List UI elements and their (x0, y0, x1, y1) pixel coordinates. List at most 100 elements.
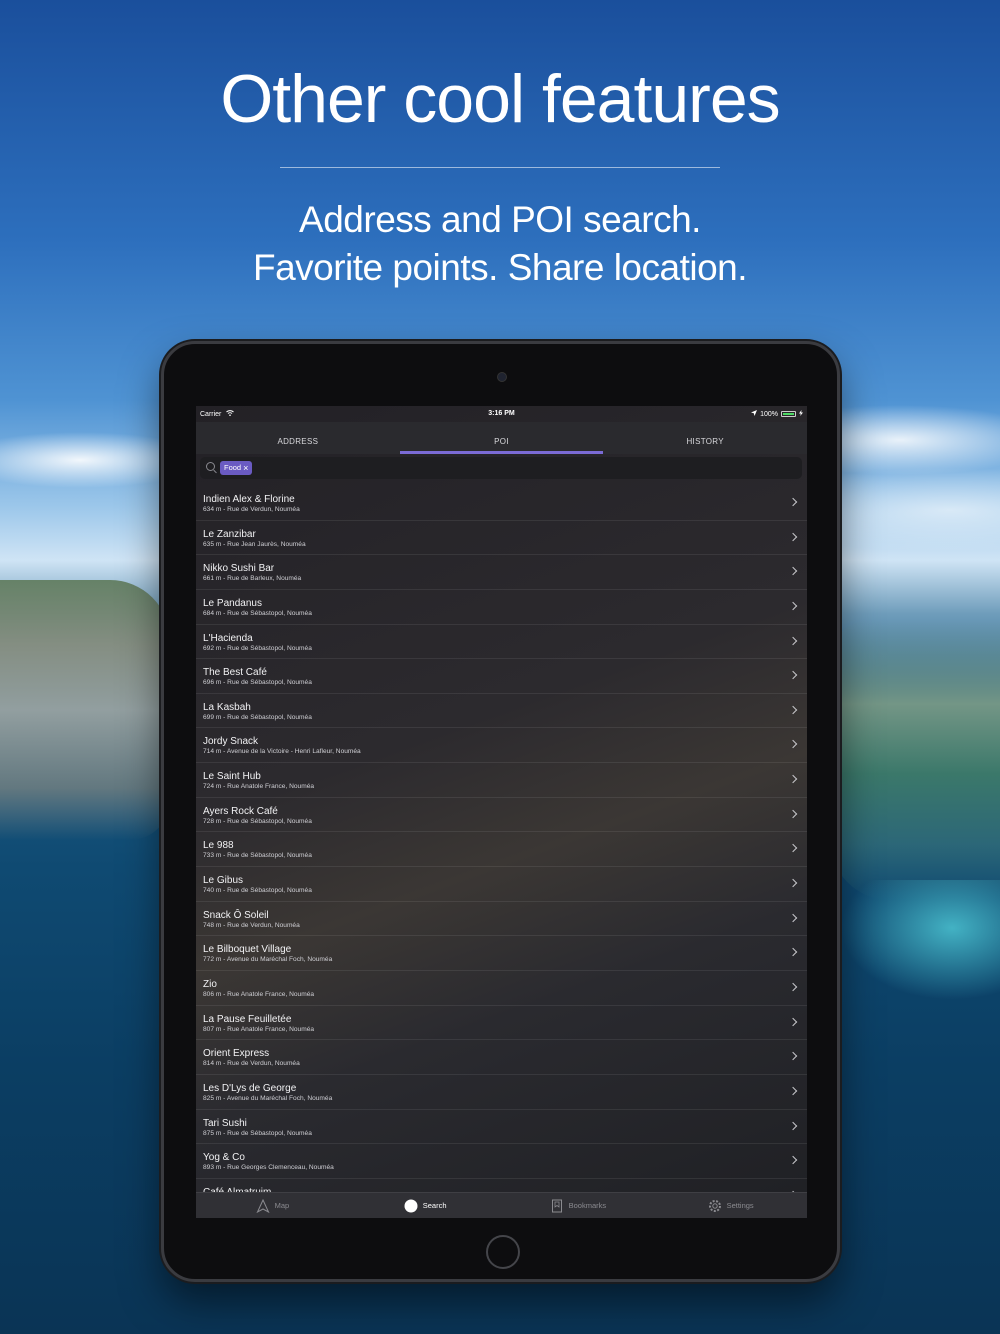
poi-name: Yog & Co (203, 1152, 245, 1164)
search-icon (206, 462, 215, 471)
poi-distance-address: 814 m - Rue de Verdun, Nouméa (203, 1060, 300, 1068)
poi-distance-address: 684 m - Rue de Sébastopol, Nouméa (203, 609, 312, 617)
results-list[interactable]: Indien Alex & Florine 634 m - Rue de Verd… (196, 486, 807, 1192)
poi-name: Snack Ô Soleil (203, 909, 269, 921)
chip-remove-icon[interactable]: × (243, 461, 248, 475)
category-chip-label: Food (224, 463, 242, 472)
tabbar-bookmarks-label: Bookmarks (568, 1201, 607, 1210)
list-item[interactable]: Le 988 733 m - Rue de Sébastopol, Nouméa (196, 832, 807, 868)
list-item[interactable]: Café Almatruim (196, 1179, 807, 1192)
poi-name: The Best Café (203, 667, 267, 679)
list-item[interactable]: L'Hacienda 692 m - Rue de Sébastopol, Nou… (196, 625, 807, 660)
battery-percent: 100% (760, 410, 778, 418)
map-arrow-icon (255, 1198, 270, 1213)
list-item[interactable]: Nikko Sushi Bar 661 m - Rue de Barleux, N… (196, 555, 807, 590)
app-screen: Carrier 3:16 PM 100% ADDRESS POI HISTORY (196, 406, 807, 1218)
poi-name: Le Saint Hub (203, 771, 261, 783)
search-circle-icon (404, 1199, 418, 1213)
bookmark-icon (550, 1199, 564, 1213)
poi-distance-address: 748 m - Rue de Verdun, Nouméa (203, 921, 300, 929)
poi-distance-address: 728 m - Rue de Sébastopol, Nouméa (203, 817, 312, 825)
list-item[interactable]: Le Zanzibar 635 m - Rue Jean Jaurès, Noum… (196, 521, 807, 556)
hero-divider (280, 167, 720, 168)
list-item[interactable]: Le Gibus 740 m - Rue de Sébastopol, Noumé… (196, 867, 807, 902)
list-item[interactable]: Le Pandanus 684 m - Rue de Sébastopol, No… (196, 590, 807, 625)
list-item[interactable]: The Best Café 696 m - Rue de Sébastopol, … (196, 659, 807, 694)
poi-distance-address: 875 m - Rue de Sébastopol, Nouméa (203, 1129, 312, 1137)
list-item[interactable]: Zio 806 m - Rue Anatole France, Nouméa (196, 971, 807, 1006)
tablet-frame: Carrier 3:16 PM 100% ADDRESS POI HISTORY (161, 341, 840, 1282)
poi-name: La Pause Feuilletée (203, 1013, 292, 1025)
poi-distance-address: 825 m - Avenue du Maréchal Foch, Nouméa (203, 1094, 333, 1102)
poi-distance-address: 692 m - Rue de Sébastopol, Nouméa (203, 644, 312, 652)
search-input[interactable]: Food × (200, 457, 802, 479)
tabbar-map-label: Map (274, 1201, 290, 1210)
poi-distance-address: 807 m - Rue Anatole France, Nouméa (203, 1025, 315, 1033)
list-item[interactable]: Indien Alex & Florine 634 m - Rue de Verd… (196, 486, 807, 521)
tabbar-settings-label: Settings (726, 1201, 754, 1210)
camera-icon (497, 372, 507, 382)
list-item[interactable]: Le Bilboquet Village 772 m - Avenue du Ma… (196, 936, 807, 971)
list-item[interactable]: Tari Sushi 875 m - Rue de Sébastopol, Nou… (196, 1110, 807, 1145)
charging-icon (799, 410, 803, 418)
poi-name: Nikko Sushi Bar (203, 563, 275, 575)
poi-name: Le Bilboquet Village (203, 944, 292, 956)
tab-poi[interactable]: POI (399, 422, 604, 454)
status-bar: Carrier 3:16 PM 100% (196, 406, 807, 422)
poi-name: La Kasbah (203, 701, 251, 713)
status-time: 3:16 PM (488, 410, 515, 417)
tabbar-search[interactable]: Search (349, 1193, 502, 1218)
list-item[interactable]: Le Saint Hub 724 m - Rue Anatole France, … (196, 763, 807, 798)
active-tab-indicator (399, 451, 604, 454)
battery-icon (781, 411, 796, 417)
list-item[interactable]: Orient Express 814 m - Rue de Verdun, Nou… (196, 1040, 807, 1075)
poi-distance-address: 740 m - Rue de Sébastopol, Nouméa (203, 887, 312, 895)
list-item[interactable]: Ayers Rock Café 728 m - Rue de Sébastopol… (196, 798, 807, 833)
list-item[interactable]: Snack Ô Soleil 748 m - Rue de Verdun, Nou… (196, 902, 807, 937)
tab-history-label: HISTORY (686, 437, 724, 446)
poi-name: Jordy Snack (203, 736, 259, 748)
segment-tabs: ADDRESS POI HISTORY (196, 422, 807, 454)
poi-distance-address: 806 m - Rue Anatole France, Nouméa (203, 990, 315, 998)
list-item[interactable]: La Pause Feuilletée 807 m - Rue Anatole F… (196, 1006, 807, 1041)
poi-name: L'Hacienda (203, 632, 253, 644)
poi-distance-address: 661 m - Rue de Barleux, Nouméa (203, 575, 302, 583)
bottom-tab-bar: Map Search Bookmarks Settings (196, 1192, 807, 1218)
poi-distance-address: 696 m - Rue de Sébastopol, Nouméa (203, 679, 312, 687)
tab-address[interactable]: ADDRESS (196, 422, 400, 454)
poi-name: Le Gibus (203, 875, 244, 887)
lagoon-scenery (840, 880, 1000, 1000)
poi-distance-address: 634 m - Rue de Verdun, Nouméa (203, 506, 300, 513)
poi-name: Le 988 (203, 840, 234, 852)
poi-name: Tari Sushi (203, 1117, 247, 1129)
list-item[interactable]: Les D'Lys de George 825 m - Avenue du Mar… (196, 1075, 807, 1110)
poi-distance-address: 772 m - Avenue du Maréchal Foch, Nouméa (203, 956, 333, 964)
poi-name: Zio (203, 978, 217, 990)
tab-poi-label: POI (494, 437, 509, 446)
tabbar-map[interactable]: Map (196, 1193, 349, 1218)
hero-subtitle-line-1: Address and POI search. (299, 199, 701, 240)
hero-subtitle: Address and POI search. Favorite points.… (0, 196, 1000, 292)
category-chip[interactable]: Food × (220, 461, 253, 475)
poi-distance-address: 733 m - Rue de Sébastopol, Nouméa (203, 852, 312, 860)
tabbar-settings[interactable]: Settings (654, 1193, 807, 1218)
poi-name: Le Zanzibar (203, 528, 256, 540)
hero-subtitle-line-2: Favorite points. Share location. (252, 247, 748, 288)
poi-name: Le Pandanus (203, 597, 262, 609)
poi-distance-address: 635 m - Rue Jean Jaurès, Nouméa (203, 540, 306, 548)
tab-address-label: ADDRESS (277, 437, 319, 446)
location-arrow-icon (751, 410, 758, 418)
tab-history[interactable]: HISTORY (603, 422, 807, 454)
poi-distance-address: 714 m - Avenue de la Victoire - Henri La… (203, 748, 361, 756)
list-item[interactable]: Jordy Snack 714 m - Avenue de la Victoire… (196, 728, 807, 764)
hero-title: Other cool features (220, 61, 780, 137)
poi-name: Les D'Lys de George (203, 1082, 297, 1094)
poi-distance-address: 893 m - Rue Georges Clemenceau, Nouméa (203, 1164, 334, 1172)
home-button[interactable] (486, 1235, 520, 1269)
list-item[interactable]: La Kasbah 699 m - Rue de Sébastopol, Noum… (196, 694, 807, 729)
poi-distance-address: 724 m - Rue Anatole France, Nouméa (203, 783, 315, 791)
tabbar-bookmarks[interactable]: Bookmarks (502, 1193, 655, 1218)
poi-name: Ayers Rock Café (203, 805, 278, 817)
list-item[interactable]: Yog & Co 893 m - Rue Georges Clemenceau, … (196, 1144, 807, 1179)
island-left-scenery (0, 580, 170, 840)
